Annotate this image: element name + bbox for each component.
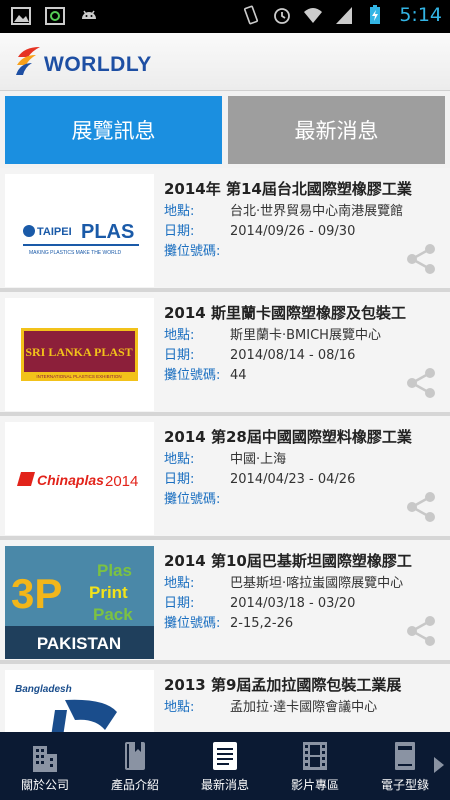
app-header: WORLDLY	[0, 33, 450, 91]
gallery-icon	[11, 7, 31, 25]
nav-latest-news[interactable]: 最新消息	[180, 732, 270, 800]
taipei-plas-tagline: MAKING PLASTICS MAKE THE WORLD	[29, 250, 122, 256]
bangladesh-logo-text: Bangladesh	[15, 684, 72, 695]
bottom-navigation: 關於公司 產品介紹 最新消息 影片專區 電子型錄	[0, 732, 450, 800]
tab-latest-news[interactable]: 最新消息	[228, 96, 445, 164]
booth-label: 攤位號碼:	[164, 492, 221, 507]
exhibition-card[interactable]: Bangladesh 2013 第9屆孟加拉國際包裝工業展 地點: 孟加拉·達卡國…	[0, 664, 450, 732]
vibrate-icon	[244, 5, 259, 25]
exhibition-title: 2014 第10屆巴基斯坦國際塑橡膠工	[164, 552, 412, 570]
share-icon[interactable]	[404, 490, 438, 524]
exhibition-title: 2013 第9屆孟加拉國際包裝工業展	[164, 676, 402, 694]
share-icon[interactable]	[404, 366, 438, 400]
exhibition-card[interactable]: 3P Plas Print Pack PAKISTAN 2014 第10屆巴基斯…	[0, 540, 450, 664]
location-value: 中國·上海	[230, 452, 287, 467]
exhibition-title: 2014 第28屆中國國際塑料橡膠工業	[164, 428, 412, 446]
tab-exhibition-info[interactable]: 展覽訊息	[5, 96, 222, 164]
nav-about-company[interactable]: 關於公司	[0, 732, 90, 800]
3p-logo-text-b: Plas	[97, 561, 132, 580]
3p-logo-text-a: 3P	[11, 570, 62, 617]
android-icon	[82, 10, 96, 19]
chinaplas-logo-text: Chinaplas	[37, 472, 104, 488]
chinaplas-logo-year: 2014	[105, 473, 138, 490]
exhibition-logo: SRI LANKA PLAST INTERNATIONAL PLASTICS E…	[5, 298, 154, 411]
exhibition-title: 2014 斯里蘭卡國際塑橡膠及包裝工	[164, 304, 406, 322]
booth-label: 攤位號碼:	[164, 368, 221, 383]
battery-icon	[370, 5, 381, 24]
news-icon	[213, 742, 237, 770]
chevron-right-icon[interactable]	[432, 756, 446, 774]
nav-label: 最新消息	[200, 778, 249, 792]
exhibition-logo: Bangladesh	[5, 670, 154, 732]
status-bar: 5:14	[0, 0, 450, 33]
date-label: 日期:	[164, 596, 195, 611]
exhibition-list[interactable]: TAIPEI PLAS MAKING PLASTICS MAKE THE WOR…	[0, 168, 450, 732]
app-screen: 5:14 WORLDLY 展覽訊息 最新消息 TAIPEI PLAS MAKIN…	[0, 0, 450, 800]
location-value: 斯里蘭卡·BMICH展覽中心	[230, 328, 381, 343]
date-label: 日期:	[164, 224, 195, 239]
share-icon[interactable]	[404, 242, 438, 276]
exhibition-card[interactable]: Chinaplas 2014 2014 第28屆中國國際塑料橡膠工業 地點: 中國…	[0, 416, 450, 540]
exhibition-logo: TAIPEI PLAS MAKING PLASTICS MAKE THE WOR…	[5, 174, 154, 287]
location-label: 地點:	[164, 576, 195, 591]
taipei-plas-logo-text-a: TAIPEI	[37, 226, 72, 238]
nav-label: 影片專區	[290, 778, 339, 792]
date-label: 日期:	[164, 348, 195, 363]
nav-videos[interactable]: 影片專區	[270, 732, 360, 800]
share-icon[interactable]	[404, 614, 438, 648]
location-label: 地點:	[164, 452, 195, 467]
3p-logo-country: PAKISTAN	[37, 634, 121, 653]
catalog-icon	[395, 742, 415, 770]
date-label: 日期:	[164, 472, 195, 487]
sri-lanka-plast-logo-text: SRI LANKA PLAST	[25, 345, 132, 359]
wifi-icon	[304, 8, 323, 23]
sri-lanka-plast-subtitle: INTERNATIONAL PLASTICS EXHIBITION	[36, 374, 121, 379]
booth-label: 攤位號碼:	[164, 616, 221, 631]
nav-label: 電子型錄	[380, 778, 429, 792]
nav-products[interactable]: 產品介紹	[90, 732, 180, 800]
3p-logo-text-c: Print	[89, 583, 128, 602]
exhibition-card[interactable]: SRI LANKA PLAST INTERNATIONAL PLASTICS E…	[0, 292, 450, 416]
date-value: 2014/03/18 - 03/20	[230, 596, 356, 611]
date-value: 2014/09/26 - 09/30	[230, 224, 356, 239]
exhibition-title: 2014年 第14屆台北國際塑橡膠工業	[164, 180, 412, 198]
location-label: 地點:	[164, 700, 195, 715]
screenshot-icon	[45, 7, 65, 25]
film-icon	[303, 742, 327, 770]
exhibition-logo: 3P Plas Print Pack PAKISTAN	[5, 546, 154, 659]
company-logo: WORLDLY	[14, 43, 152, 77]
book-icon	[125, 742, 145, 770]
location-label: 地點:	[164, 328, 195, 343]
date-value: 2014/08/14 - 08/16	[230, 348, 356, 363]
tab-bar: 展覽訊息 最新消息	[5, 96, 445, 164]
nav-label: 關於公司	[20, 778, 69, 792]
nav-label: 產品介紹	[110, 778, 159, 792]
exhibition-card[interactable]: TAIPEI PLAS MAKING PLASTICS MAKE THE WOR…	[0, 168, 450, 292]
building-icon	[33, 746, 57, 772]
worldly-logo-mark	[16, 47, 40, 75]
booth-value: 44	[230, 368, 247, 383]
alarm-icon	[274, 8, 291, 24]
logo-wordmark: WORLDLY	[44, 53, 152, 76]
3p-logo-text-d: Pack	[93, 605, 133, 624]
location-value: 巴基斯坦·喀拉蚩國際展覽中心	[230, 576, 404, 591]
location-value: 台北·世界貿易中心南港展覽館	[230, 204, 404, 219]
status-clock: 5:14	[399, 4, 442, 26]
exhibition-logo: Chinaplas 2014	[5, 422, 154, 535]
booth-label: 攤位號碼:	[164, 244, 221, 259]
location-label: 地點:	[164, 204, 195, 219]
location-value: 孟加拉·達卡國際會議中心	[230, 700, 378, 715]
date-value: 2014/04/23 - 04/26	[230, 472, 356, 487]
taipei-plas-logo-text-b: PLAS	[81, 221, 134, 243]
signal-icon	[336, 7, 353, 24]
booth-value: 2-15,2-26	[230, 616, 294, 631]
